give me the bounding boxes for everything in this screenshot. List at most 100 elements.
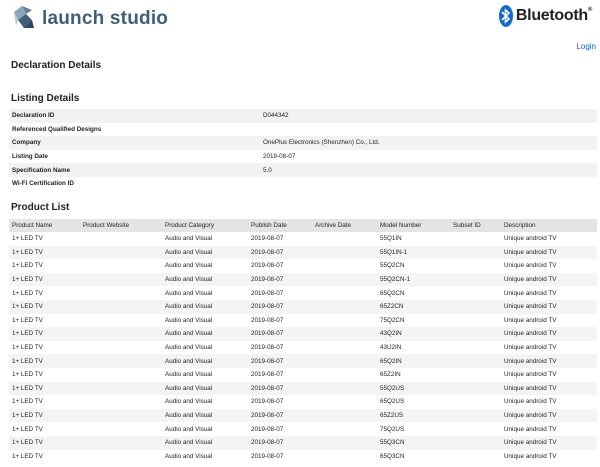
product-category-cell: Audio and Visual xyxy=(165,398,213,406)
column-header-subset-id[interactable]: Subset ID xyxy=(450,219,501,232)
column-header-product-category[interactable]: Product Category xyxy=(162,219,248,232)
product-name-cell: 1+ LED TV xyxy=(12,235,43,243)
product-name-cell: 1+ LED TV xyxy=(12,316,43,324)
product-website-cell xyxy=(80,422,162,436)
column-header-archive-date[interactable]: Archive Date xyxy=(312,219,377,232)
table-row: 1+ LED TV Audio and Visual 2019-08-07 55Q1I… xyxy=(9,245,597,260)
model-number-cell: 55Q2CN-1 xyxy=(377,272,450,287)
model-number-cell: 55Q2CN xyxy=(380,262,405,270)
column-header-publish-date[interactable]: Publish Date xyxy=(248,219,312,232)
publish-date-cell: 2019-08-07 xyxy=(251,452,284,460)
table-row: 1+ LED TV Audio and Visual 2019-08-07 75Q2C… xyxy=(9,314,597,328)
table-row: 1+ LED TV Audio and Visual 2019-08-07 55Q3C… xyxy=(9,435,597,450)
archive-date-cell xyxy=(312,368,377,382)
bluetooth-logo: Bluetooth® xyxy=(498,5,592,27)
archive-date-cell xyxy=(312,450,377,464)
product-website-cell xyxy=(80,259,162,273)
details-value: 5.0 xyxy=(260,163,597,177)
product-category-cell: Audio and Visual xyxy=(165,316,213,324)
product-category-cell: Audio and Visual xyxy=(165,344,213,352)
archive-date-cell xyxy=(312,299,377,314)
listing-details-heading: Listing Details xyxy=(11,93,80,104)
details-label: Specification Name xyxy=(9,163,260,177)
listing-details-table: Declaration ID D044342 Referenced Qualif… xyxy=(9,109,597,191)
product-category-cell: Audio and Visual xyxy=(165,425,213,433)
product-website-cell xyxy=(80,354,162,368)
model-number-cell: 75Q2US xyxy=(380,425,405,433)
publish-date-cell: 2019-08-07 xyxy=(248,381,312,396)
publish-date-cell: 2019-08-07 xyxy=(251,235,284,243)
archive-date-cell xyxy=(312,286,377,300)
subset-id-cell xyxy=(450,368,501,382)
model-number-cell: 43Q2IN xyxy=(377,327,450,341)
model-number-cell: 75Q2CN xyxy=(380,316,405,324)
product-name-cell: 1+ LED TV xyxy=(9,354,80,368)
bluetooth-wordmark: Bluetooth® xyxy=(515,7,592,24)
product-name-cell: 1+ LED TV xyxy=(9,272,80,287)
description-cell: Unique android TV xyxy=(504,235,557,243)
product-name-cell: 1+ LED TV xyxy=(12,425,43,433)
details-value: 2019-08-07 xyxy=(263,153,296,161)
archive-date-cell xyxy=(312,314,377,328)
table-row: 1+ LED TV Audio and Visual 2019-08-07 65Z2C… xyxy=(9,299,597,314)
product-website-cell xyxy=(80,408,162,423)
product-name-cell: 1+ LED TV xyxy=(9,408,80,423)
column-header-product-website[interactable]: Product Website xyxy=(80,219,162,232)
product-website-cell xyxy=(80,381,162,396)
publish-date-cell: 2019-08-07 xyxy=(251,316,284,324)
table-row: 1+ LED TV Audio and Visual 2019-08-07 65Z2U… xyxy=(9,408,597,423)
subset-id-cell xyxy=(450,245,501,260)
table-row: 1+ LED TV Audio and Visual 2019-08-07 55Q2C… xyxy=(9,259,597,273)
column-header-description[interactable]: Description xyxy=(501,219,597,232)
archive-date-cell xyxy=(312,354,377,368)
table-row: 1+ LED TV Audio and Visual 2019-08-07 65Q2I… xyxy=(9,354,597,368)
model-number-cell: 55Q1IN-1 xyxy=(377,245,450,260)
product-name-cell: 1+ LED TV xyxy=(12,452,43,460)
details-label: Company xyxy=(9,136,260,150)
column-header-product-name[interactable]: Product Name xyxy=(9,219,80,232)
publish-date-cell: 2019-08-07 xyxy=(248,408,312,423)
details-row: Referenced Qualified Designs xyxy=(9,123,597,137)
publish-date-cell: 2019-08-07 xyxy=(248,299,312,314)
model-number-cell: 55Q1IN xyxy=(380,235,402,243)
table-row: 1+ LED TV Audio and Visual 2019-08-07 55Q2C… xyxy=(9,272,597,287)
model-number-cell: 55Q3CN xyxy=(377,435,450,450)
description-cell: Unique android TV xyxy=(501,354,597,368)
product-category-cell: Audio and Visual xyxy=(162,299,248,314)
archive-date-cell xyxy=(312,272,377,287)
product-category-cell: Audio and Visual xyxy=(165,289,213,297)
launch-studio-logo[interactable]: launch studio xyxy=(12,6,168,32)
table-row: 1+ LED TV Audio and Visual 2019-08-07 65Z2I… xyxy=(9,368,597,382)
site-header: launch studio Bluetooth® xyxy=(0,0,600,40)
description-cell: Unique android TV xyxy=(504,344,557,352)
model-number-cell: 65Z2CN xyxy=(377,299,450,314)
model-number-cell: 65Z2IN xyxy=(380,371,401,379)
description-cell: Unique android TV xyxy=(504,371,557,379)
archive-date-cell xyxy=(312,232,377,246)
product-category-cell: Audio and Visual xyxy=(165,262,213,270)
login-link[interactable]: Login xyxy=(576,42,596,51)
model-number-cell: 65Q2US xyxy=(380,398,405,406)
description-cell: Unique android TV xyxy=(501,327,597,341)
description-cell: Unique android TV xyxy=(501,272,597,287)
product-name-cell: 1+ LED TV xyxy=(12,344,43,352)
product-category-cell: Audio and Visual xyxy=(162,327,248,341)
product-website-cell xyxy=(80,299,162,314)
product-name-cell: 1+ LED TV xyxy=(9,327,80,341)
product-name-cell: 1+ LED TV xyxy=(9,245,80,260)
table-row: 1+ LED TV Audio and Visual 2019-08-07 55Q1I… xyxy=(9,232,597,246)
description-cell: Unique android TV xyxy=(504,289,557,297)
description-cell: Unique android TV xyxy=(501,381,597,396)
column-header-model-number[interactable]: Model Number xyxy=(377,219,450,232)
archive-date-cell xyxy=(312,341,377,355)
subset-id-cell xyxy=(450,422,501,436)
publish-date-cell: 2019-08-07 xyxy=(248,327,312,341)
table-row: 1+ LED TV Audio and Visual 2019-08-07 65Q3C… xyxy=(9,450,597,464)
publish-date-cell: 2019-08-07 xyxy=(251,289,284,297)
description-cell: Unique android TV xyxy=(504,262,557,270)
product-category-cell: Audio and Visual xyxy=(162,272,248,287)
table-row: 1+ LED TV Audio and Visual 2019-08-07 65Q2C… xyxy=(9,286,597,300)
subset-id-cell xyxy=(450,354,501,368)
model-number-cell: 65Z2US xyxy=(377,408,450,423)
publish-date-cell: 2019-08-07 xyxy=(251,262,284,270)
